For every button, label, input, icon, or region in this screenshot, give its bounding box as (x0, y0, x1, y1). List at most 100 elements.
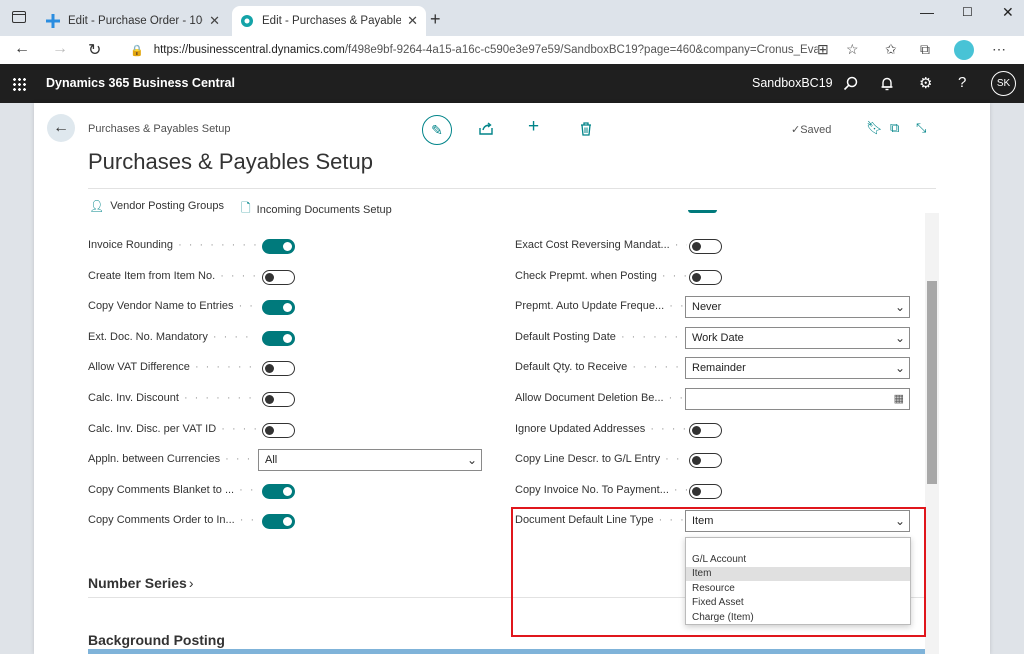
favorites-icon[interactable]: ✩ (885, 41, 897, 58)
tab-title: Edit - Purchase Order - 106006 - (68, 15, 203, 27)
back-arrow-icon[interactable]: ← (14, 40, 30, 58)
select-appln-between-currencies[interactable]: All ⌄ (258, 449, 482, 471)
toggle-calc-inv-discount[interactable] (262, 392, 295, 407)
maximize-icon[interactable]: ☐ (962, 5, 973, 19)
toggle-copy-comments-blanket-to[interactable] (262, 484, 295, 499)
action-label: Vendor Posting Groups (110, 200, 224, 212)
field-label-ext-doc-no-mandatory: Ext. Doc. No. Mandatory · · · · · · · · … (88, 331, 256, 343)
clipped-toggle (688, 210, 717, 213)
apps-icon[interactable]: ⊞ (817, 41, 829, 58)
edit-button[interactable]: ✎ (422, 115, 452, 145)
toggle-ext-doc-no-mandatory[interactable] (262, 331, 295, 346)
scrollbar-thumb[interactable] (927, 281, 937, 484)
field-label-prepmt-auto-update-freque: Prepmt. Auto Update Freque... · · · · · … (515, 300, 687, 312)
select-prepmt-auto-update-freque[interactable]: Never ⌄ (685, 296, 910, 318)
browser-tab-purchases-setup[interactable]: Edit - Purchases & Payables Setu ✕ (232, 6, 426, 36)
bc-favicon-icon (241, 15, 253, 27)
back-button[interactable]: ← (47, 114, 75, 142)
select-value: All (265, 454, 278, 466)
date-field-allow-document-deletion-be[interactable]: ▦ (685, 388, 910, 410)
toggle-copy-line-descr-to-g-l-entry[interactable] (689, 453, 722, 468)
delete-icon[interactable] (580, 122, 592, 136)
more-icon[interactable]: ⋯ (992, 41, 1006, 58)
plus-favicon-icon (46, 14, 60, 28)
toggle-exact-cost-reversing-mandat[interactable] (689, 239, 722, 254)
toggle-calc-inv-disc-per-vat-id[interactable] (262, 423, 295, 438)
favorite-star-icon[interactable]: ☆ (846, 41, 859, 58)
address-bar: ← → ↻ 🔒 https://businesscentral.dynamics… (0, 36, 1024, 64)
toggle-invoice-rounding[interactable] (262, 239, 295, 254)
field-label-allow-vat-difference: Allow VAT Difference · · · · · · · · · ·… (88, 361, 256, 373)
leader-dots: · · · · · · · · · · · · · · · · (661, 270, 687, 282)
leader-dots: · · · · · · · · · · · · · · · · (183, 392, 256, 404)
gear-icon[interactable]: ⚙ (919, 74, 932, 92)
url-path: /f498e9bf-9264-4a15-a16c-c590e3e97e59/Sa… (344, 44, 818, 56)
window-close-icon[interactable]: ✕ (1002, 4, 1014, 21)
label-text: Copy Vendor Name to Entries (88, 300, 234, 312)
label-text: Ignore Updated Addresses (515, 423, 646, 435)
toggle-allow-vat-difference[interactable] (262, 361, 295, 376)
collapse-icon[interactable]: ⤡ (916, 120, 926, 136)
new-tab-icon[interactable]: + (430, 9, 441, 30)
number-series-section[interactable]: Number Series › (88, 575, 194, 591)
tab-actions-icon[interactable] (12, 11, 26, 23)
background-posting-section[interactable]: Background Posting (88, 632, 225, 648)
field-label-copy-line-descr-to-g-l-entry: Copy Line Descr. to G/L Entry · · · · · … (515, 453, 687, 465)
toggle-copy-vendor-name-to-entries[interactable] (262, 300, 295, 315)
browser-tab-purchase-order[interactable]: Edit - Purchase Order - 106006 - ✕ (38, 6, 228, 36)
chevron-down-icon: ⌄ (466, 453, 477, 467)
toggle-create-item-from-item-no[interactable] (262, 270, 295, 285)
search-icon[interactable] (843, 76, 858, 91)
leader-dots: · · · · · · · · · · · · · · · · (220, 270, 256, 282)
chevron-down-icon: ⌄ (894, 361, 905, 375)
breadcrumb: Purchases & Payables Setup (88, 123, 231, 135)
leader-dots: · · · · · · · · · · · · · · · · (178, 239, 256, 251)
close-icon[interactable]: ✕ (407, 13, 418, 29)
label-text: Copy Line Descr. to G/L Entry (515, 453, 661, 465)
lock-icon: 🔒 (130, 44, 144, 57)
label-text: Allow Document Deletion Be... (515, 392, 664, 404)
back-arrow-icon: ← (53, 119, 69, 136)
calendar-icon: ▦ (893, 393, 904, 405)
help-icon[interactable]: ? (958, 74, 966, 91)
toggle-ignore-updated-addresses[interactable] (689, 423, 722, 438)
url-field[interactable]: 🔒 https://businesscentral.dynamics.com/f… (118, 38, 818, 62)
app-name[interactable]: Dynamics 365 Business Central (46, 76, 235, 90)
share-icon[interactable] (479, 122, 494, 135)
field-label-calc-inv-disc-per-vat-id: Calc. Inv. Disc. per VAT ID · · · · · · … (88, 423, 256, 435)
collections-icon[interactable]: ⧉ (920, 41, 930, 58)
bookmark-icon[interactable]: 🔖︎ (866, 120, 883, 136)
close-icon[interactable]: ✕ (209, 13, 220, 29)
incoming-documents-setup-action[interactable]: 🗋 Incoming Documents Setup (241, 199, 392, 220)
toggle-check-prepmt-when-posting[interactable] (689, 270, 722, 285)
leader-dots: · · · · · · · · · · · · · · · · (221, 423, 256, 435)
field-label-default-qty-to-receive: Default Qty. to Receive · · · · · · · · … (515, 361, 687, 373)
field-label-invoice-rounding: Invoice Rounding · · · · · · · · · · · ·… (88, 239, 256, 251)
vendor-posting-groups-action[interactable]: 👤︎ Vendor Posting Groups (89, 199, 224, 213)
leader-dots: · · · · · · · · · · · · · · · · (669, 300, 687, 312)
pencil-icon: ✎ (431, 121, 443, 138)
toggle-copy-comments-order-to-in[interactable] (262, 514, 295, 529)
bc-header: Dynamics 365 Business Central SandboxBC1… (0, 64, 1024, 103)
new-icon[interactable]: + (528, 116, 539, 138)
avatar[interactable]: SK (991, 71, 1016, 96)
minimize-icon[interactable]: — (920, 4, 934, 20)
open-new-window-icon[interactable]: ⧉ (890, 120, 899, 136)
bell-icon[interactable] (880, 76, 894, 91)
select-value: Remainder (692, 362, 746, 374)
environment-name: SandboxBC19 (752, 76, 833, 90)
app-launcher-icon[interactable] (12, 77, 26, 91)
leader-dots: · · · · · · · · · · · · · · · · (665, 453, 687, 465)
label-text: Default Posting Date (515, 331, 616, 343)
select-default-posting-date[interactable]: Work Date ⌄ (685, 327, 910, 349)
action-label: Incoming Documents Setup (256, 203, 392, 216)
refresh-icon[interactable]: ↻ (88, 40, 101, 60)
leader-dots: · · · · · · · · · · · · · · · · (239, 514, 256, 526)
label-text: Ext. Doc. No. Mandatory (88, 331, 208, 343)
tab-title: Edit - Purchases & Payables Setu (262, 15, 402, 27)
toggle-copy-invoice-no-to-payment[interactable] (689, 484, 722, 499)
label-text: Check Prepmt. when Posting (515, 270, 657, 282)
profile-avatar[interactable] (954, 40, 974, 60)
forward-arrow-icon[interactable]: → (52, 40, 68, 58)
select-default-qty-to-receive[interactable]: Remainder ⌄ (685, 357, 910, 379)
